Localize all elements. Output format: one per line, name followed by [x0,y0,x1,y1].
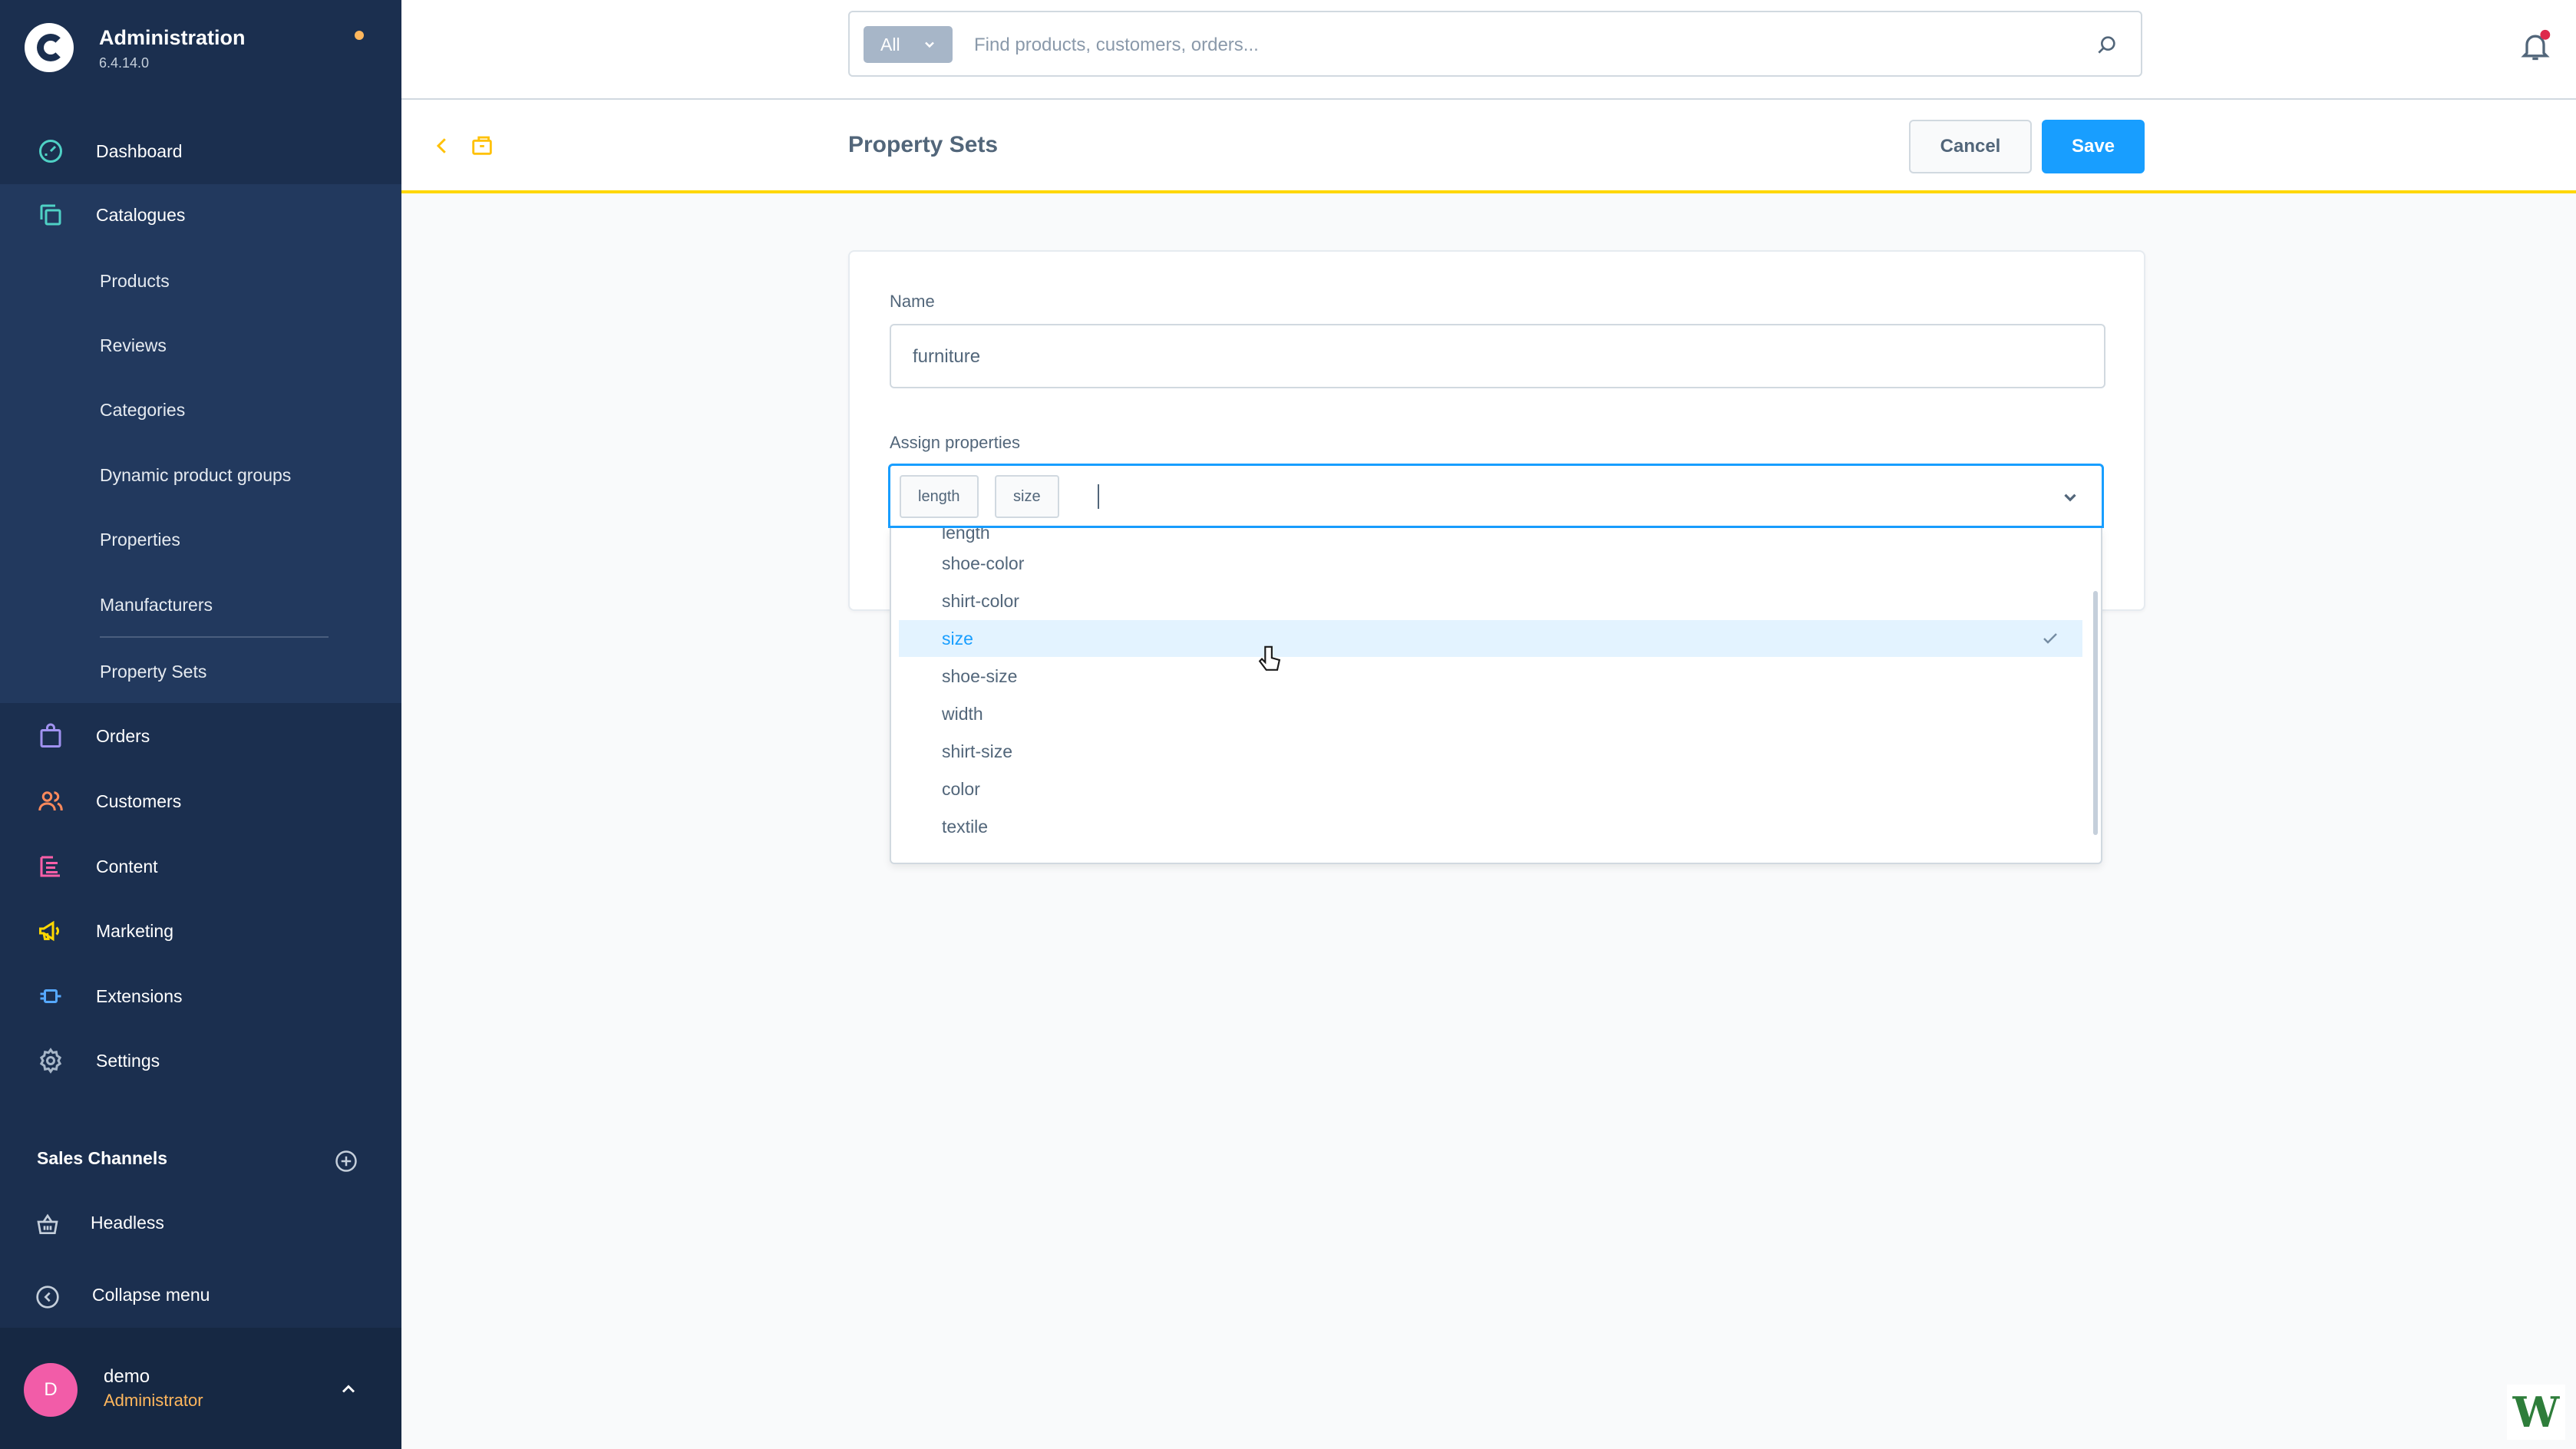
chevron-down-icon [925,41,934,48]
page-title: Property Sets [848,132,999,157]
shopware-logo-icon [25,23,74,72]
sidebar-subitem-reviews[interactable]: Reviews [100,330,167,361]
checkmark-icon [2043,633,2057,644]
sidebar-subitem-manufacturers[interactable]: Manufacturers [100,589,213,620]
search-icon[interactable] [2095,32,2119,57]
chevron-up-icon[interactable] [338,1378,359,1400]
selected-tag[interactable]: length [900,475,979,518]
assign-properties-label: Assign properties [890,433,1020,452]
sidebar-item-label: Content [96,856,158,876]
sidebar-item-extensions[interactable]: Extensions [0,965,401,1027]
dropdown-option-label: color [942,778,980,799]
sidebar-item-dashboard[interactable]: Dashboard [0,120,401,182]
name-label: Name [890,292,935,311]
dropdown-option-label: shirt-color [942,590,1019,611]
search-type-select[interactable]: All [864,26,953,63]
assign-properties-input[interactable] [1105,481,1991,513]
content-icon [35,851,66,882]
chevron-left-circle-icon [36,1286,59,1309]
marketing-icon [35,916,66,946]
dropdown-option[interactable]: shirt-size [899,733,2082,770]
customers-icon [35,786,66,817]
dropdown-option-label: length [942,528,990,543]
sidebar-item-label: Dashboard [96,140,183,161]
sidebar-item-customers[interactable]: Customers [0,771,401,832]
chevron-down-icon[interactable] [2060,487,2080,507]
sidebar: Administration 6.4.14.0 Dashboard Catalo… [0,0,401,1449]
name-input[interactable] [911,339,2066,375]
brand-version: 6.4.14.0 [99,55,150,71]
dropdown-option[interactable]: textile [899,808,2082,845]
sales-channels-header: Sales Channels [37,1148,168,1168]
basket-icon [37,1213,58,1234]
dropdown-option-label: size [942,628,973,649]
back-chevron-icon[interactable] [431,132,454,160]
property-set-module-icon [472,136,492,155]
dropdown-option-label: textile [942,816,989,837]
dropdown-scrollbar[interactable] [2093,591,2098,835]
notification-bell-icon[interactable] [2518,29,2552,63]
sidebar-item-label: Marketing [96,920,173,941]
watermark-logo: W [2507,1385,2565,1440]
dropdown-option[interactable]: shoe-color [899,545,2082,582]
dropdown-option[interactable]: shoe-size [899,658,2082,695]
sidebar-subitem-dynamic-product-groups[interactable]: Dynamic product groups [100,460,291,490]
save-button[interactable]: Save [2042,120,2145,173]
catalogue-submenu [0,184,401,703]
sidebar-item-label: Customers [96,791,182,811]
sidebar-item-settings[interactable]: Settings [0,1030,401,1091]
top-header: All [401,0,2576,100]
sidebar-item-label: Settings [96,1050,160,1071]
brand[interactable]: Administration 6.4.14.0 [25,20,378,74]
sidebar-subitem-property-sets[interactable]: Property Sets [100,656,206,687]
dropdown-option[interactable]: width [899,695,2082,732]
user-name: demo [104,1366,150,1387]
update-dot-icon [355,31,364,40]
collapse-menu-button[interactable]: Collapse menu [0,1280,401,1312]
user-role: Administrator [104,1391,203,1410]
sidebar-item-label: Catalogues [96,204,186,225]
search-input[interactable] [973,26,2050,64]
sidebar-subitem-products[interactable]: Products [100,266,170,296]
sales-channel-label: Headless [91,1213,164,1233]
dropdown-option[interactable]: color [899,771,2082,807]
sidebar-item-orders[interactable]: Orders [0,705,401,767]
dropdown-option-label: shirt-size [942,741,1013,761]
submenu-divider [100,636,329,638]
dropdown-option-selected[interactable]: size [899,620,2082,657]
brand-title: Administration [99,26,246,49]
assign-properties-select[interactable]: length size [888,464,2104,528]
text-caret [1098,484,1099,509]
sales-channel-headless[interactable]: Headless [0,1208,401,1240]
sidebar-item-catalogues[interactable]: Catalogues [0,184,401,246]
settings-icon [35,1045,66,1076]
sidebar-item-label: Orders [96,725,150,746]
cancel-button[interactable]: Cancel [1909,120,2032,173]
dropdown-option-label: shoe-color [942,553,1025,573]
dashboard-icon [35,136,66,167]
dropdown-option[interactable]: shirt-color [899,583,2082,619]
sidebar-subitem-properties[interactable]: Properties [100,524,180,555]
sidebar-item-label: Extensions [96,985,183,1006]
user-menu[interactable]: D demo Administrator [0,1328,401,1449]
properties-dropdown: length shoe-color shirt-color size shoe-… [890,528,2102,864]
extensions-icon [35,981,66,1012]
sidebar-item-content[interactable]: Content [0,836,401,897]
catalogue-icon [35,200,66,230]
dropdown-option-label: width [942,703,983,724]
avatar: D [24,1363,78,1417]
hand-pointer-cursor-icon [1258,645,1281,671]
orders-icon [35,721,66,751]
name-field[interactable] [890,324,2105,388]
sidebar-subitem-categories[interactable]: Categories [100,394,185,425]
add-sales-channel-icon[interactable] [335,1150,358,1173]
smart-bar: Property Sets Cancel Save [401,100,2576,193]
global-search: All [848,11,2142,77]
selected-tag[interactable]: size [995,475,1059,518]
sidebar-item-marketing[interactable]: Marketing [0,900,401,962]
collapse-menu-label: Collapse menu [92,1285,210,1305]
search-type-label: All [880,34,900,54]
dropdown-option-label: shoe-size [942,665,1018,686]
